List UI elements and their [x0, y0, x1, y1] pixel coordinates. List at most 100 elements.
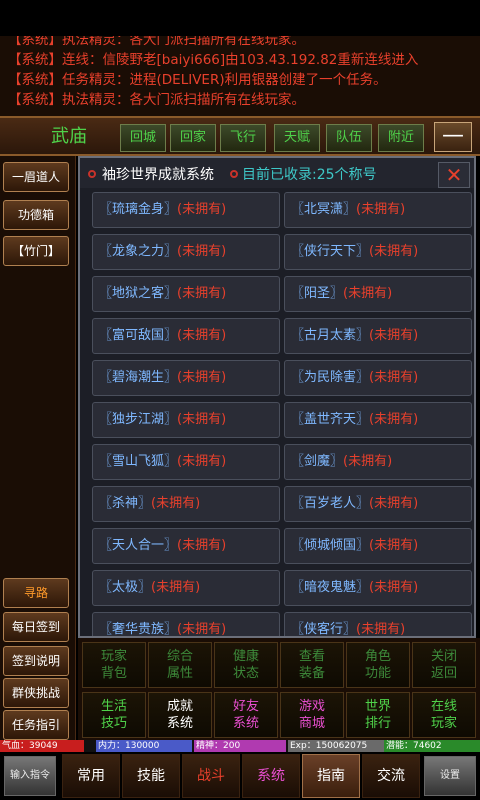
achievement-item[interactable]: 〖倾城倾国〗(未拥有) [284, 528, 472, 564]
group-challenge-button[interactable]: 群侠挑战 [3, 678, 69, 708]
stats-bar: 气血：39049 内力：130000 精神：200 Exp：150062075 … [0, 740, 480, 752]
team-button[interactable]: 队伍 [326, 124, 372, 152]
achievement-item[interactable]: 〖太极〗(未拥有) [92, 570, 280, 606]
achievement-status: (未拥有) [369, 244, 419, 259]
hp-stat: 气血：39049 [0, 740, 84, 752]
spirit-stat: 精神：200 [194, 740, 286, 752]
achievement-name: 〖剑魔〗 [291, 454, 344, 469]
achievement-name: 〖独步江湖〗 [99, 412, 178, 427]
achievement-status: (未拥有) [343, 454, 393, 469]
achievement-name: 〖阳圣〗 [291, 286, 344, 301]
function-button[interactable]: 生活 技巧 [82, 692, 146, 738]
go-home-button[interactable]: 回家 [170, 124, 216, 152]
achievement-status: (未拥有) [369, 538, 419, 553]
close-button[interactable]: ✕ [438, 162, 470, 188]
achievement-item[interactable]: 〖百岁老人〗(未拥有) [284, 486, 472, 522]
function-button[interactable]: 角色 功能 [346, 642, 410, 688]
function-button[interactable]: 综合 属性 [148, 642, 212, 688]
achievement-name: 〖北冥潇〗 [291, 202, 357, 217]
achievement-name: 〖天人合一〗 [99, 538, 178, 553]
tab-system[interactable]: 系统 [242, 754, 300, 798]
return-city-button[interactable]: 回城 [120, 124, 166, 152]
achievement-item[interactable]: 〖古月太素〗(未拥有) [284, 318, 472, 354]
function-button[interactable]: 世界 排行 [346, 692, 410, 738]
potential-stat: 潜能：74602 [384, 740, 480, 752]
dialog-title: 袖珍世界成就系统 [102, 167, 214, 183]
tab-common[interactable]: 常用 [62, 754, 120, 798]
checkin-help-button[interactable]: 签到说明 [3, 646, 69, 676]
function-label: 在线 [430, 699, 457, 714]
fly-button[interactable]: 飞行 [220, 124, 266, 152]
npc-button[interactable]: 一眉道人 [3, 162, 69, 192]
achievement-item[interactable]: 〖暗夜鬼魅〗(未拥有) [284, 570, 472, 606]
achievement-item[interactable]: 〖独步江湖〗(未拥有) [92, 402, 280, 438]
tab-guide[interactable]: 指南 [302, 754, 360, 798]
function-label: 技巧 [100, 716, 127, 731]
achievement-name: 〖杀神〗 [99, 496, 152, 511]
function-label: 功能 [364, 666, 391, 681]
force-stat: 内力：130000 [96, 740, 192, 752]
nearby-button[interactable]: 附近 [378, 124, 424, 152]
function-button[interactable]: 成就 系统 [148, 692, 212, 738]
collapse-button[interactable]: — [434, 122, 472, 152]
achievement-name: 〖太极〗 [99, 580, 152, 595]
achievement-item[interactable]: 〖奢华贵族〗(未拥有) [92, 612, 280, 636]
circle-icon [88, 170, 96, 178]
command-input-button[interactable]: 输入指令 [4, 756, 56, 796]
merit-box-button[interactable]: 功德箱 [3, 200, 69, 230]
achievement-item[interactable]: 〖碧海潮生〗(未拥有) [92, 360, 280, 396]
achievement-item[interactable]: 〖阳圣〗(未拥有) [284, 276, 472, 312]
function-label: 世界 [364, 699, 391, 714]
achievement-item[interactable]: 〖富可敌国〗(未拥有) [92, 318, 280, 354]
achievement-item[interactable]: 〖北冥潇〗(未拥有) [284, 192, 472, 228]
achievement-item[interactable]: 〖盖世齐天〗(未拥有) [284, 402, 472, 438]
system-message-log: 【系统】执法精灵：各大门派扫描所有在线玩家。 【系统】连线：信陵野老[baiyi… [0, 36, 480, 116]
achievement-item[interactable]: 〖为民除害〗(未拥有) [284, 360, 472, 396]
achievement-item[interactable]: 〖侠行天下〗(未拥有) [284, 234, 472, 270]
tab-skills[interactable]: 技能 [122, 754, 180, 798]
achievement-item[interactable]: 〖雪山飞狐〗(未拥有) [92, 444, 280, 480]
achievement-name: 〖龙象之力〗 [99, 244, 178, 259]
bamboo-door-button[interactable]: 【竹门】 [3, 236, 69, 266]
function-grid: 玩家 背包 综合 属性 健康 状态 查看 装备 角色 功能 关闭 返回生活 技巧 成就 系统 好友 系统 游戏 商城… [78, 638, 480, 740]
achievement-name: 〖雪山飞狐〗 [99, 454, 178, 469]
collection-count: 目前已收录:25个称号 [242, 167, 377, 183]
function-button[interactable]: 好友 系统 [214, 692, 278, 738]
function-label: 返回 [430, 666, 457, 681]
achievement-item[interactable]: 〖地狱之客〗(未拥有) [92, 276, 280, 312]
settings-gear-button[interactable]: 设置 [424, 756, 476, 796]
achievement-dialog: 袖珍世界成就系统 目前已收录:25个称号 ✕ 〖琉璃金身〗(未拥有) 〖北冥潇〗(… [78, 156, 476, 638]
achievement-item[interactable]: 〖琉璃金身〗(未拥有) [92, 192, 280, 228]
achievement-name: 〖盖世齐天〗 [291, 412, 370, 427]
achievement-name: 〖为民除害〗 [291, 370, 370, 385]
quest-guide-button[interactable]: 任务指引 [3, 710, 69, 740]
tab-chat[interactable]: 交流 [362, 754, 420, 798]
function-label: 装备 [298, 666, 325, 681]
achievement-name: 〖侠行天下〗 [291, 244, 370, 259]
pathfind-button[interactable]: 寻路 [3, 578, 69, 608]
function-button[interactable]: 在线 玩家 [412, 692, 476, 738]
achievement-status: (未拥有) [177, 538, 227, 553]
achievement-status: (未拥有) [369, 412, 419, 427]
function-button[interactable]: 健康 状态 [214, 642, 278, 688]
achievement-status: (未拥有) [369, 496, 419, 511]
achievement-item[interactable]: 〖天人合一〗(未拥有) [92, 528, 280, 564]
talent-button[interactable]: 天赋 [274, 124, 320, 152]
tab-combat[interactable]: 战斗 [182, 754, 240, 798]
function-button[interactable]: 游戏 商城 [280, 692, 344, 738]
achievement-item[interactable]: 〖剑魔〗(未拥有) [284, 444, 472, 480]
achievement-name: 〖碧海潮生〗 [99, 370, 178, 385]
function-button[interactable]: 关闭 返回 [412, 642, 476, 688]
achievement-item[interactable]: 〖侠客行〗(未拥有) [284, 612, 472, 636]
daily-checkin-button[interactable]: 每日签到 [3, 612, 69, 642]
achievement-status: (未拥有) [343, 286, 393, 301]
achievement-item[interactable]: 〖杀神〗(未拥有) [92, 486, 280, 522]
achievement-status: (未拥有) [177, 622, 227, 636]
function-label: 玩家 [430, 716, 457, 731]
function-button[interactable]: 查看 装备 [280, 642, 344, 688]
function-button[interactable]: 玩家 背包 [82, 642, 146, 688]
achievement-status: (未拥有) [177, 328, 227, 343]
system-message: 【系统】任务精灵：进程(DELIVER)利用银器创建了一个任务。 [8, 72, 387, 88]
achievement-item[interactable]: 〖龙象之力〗(未拥有) [92, 234, 280, 270]
function-label: 属性 [166, 666, 193, 681]
